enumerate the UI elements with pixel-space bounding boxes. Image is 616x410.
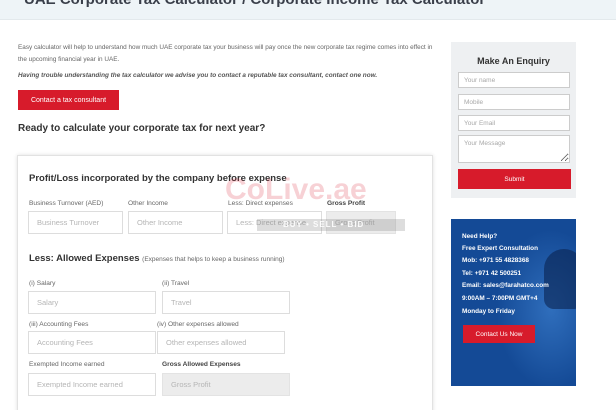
help-banner-person-image (544, 249, 576, 309)
gross-allowed-expenses-label: Gross Allowed Expenses (162, 361, 241, 368)
gross-allowed-expenses-output (162, 373, 290, 396)
enquiry-email-input[interactable] (458, 115, 570, 131)
help-hours-text: 9:00AM – 7:00PM GMT+4 (462, 295, 538, 302)
page-title: UAE Corporate Tax Calculator / Corporate… (24, 0, 485, 8)
salary-input[interactable] (28, 291, 156, 314)
help-mobile-text: Mob: +971 55 4828368 (462, 257, 529, 264)
business-turnover-input[interactable] (28, 211, 123, 234)
ready-heading: Ready to calculate your corporate tax fo… (18, 123, 266, 134)
allowed-expenses-heading: Less: Allowed Expenses (29, 253, 140, 264)
watermark-strip-text: BUY • SELL • BID (283, 220, 365, 229)
page-header: UAE Corporate Tax Calculator / Corporate… (0, 0, 616, 20)
colive-watermark: CoLive.ae BUY • SELL • BID (225, 173, 422, 237)
enquiry-title: Make An Enquiry (477, 56, 550, 66)
salary-label: (i) Salary (29, 280, 56, 287)
contact-consultant-button[interactable]: Contact a tax consultant (18, 90, 119, 110)
accounting-fees-input[interactable] (28, 331, 156, 354)
intro-text: Easy calculator will help to understand … (18, 44, 433, 63)
travel-label: (ii) Travel (162, 280, 190, 287)
exempted-income-label: Exempted Income earned (29, 361, 105, 368)
intro-advice-text: Having trouble understanding the tax cal… (18, 72, 378, 79)
help-email-text: Email: sales@farahatco.com (462, 282, 549, 289)
help-consultation-text: Free Expert Consultation (462, 245, 538, 252)
business-turnover-label: Business Turnover (AED) (29, 200, 104, 207)
travel-input[interactable] (162, 291, 290, 314)
help-tel-text: Tel: +971 42 500251 (462, 270, 522, 277)
other-expenses-label: (iv) Other expenses allowed (157, 321, 239, 328)
help-heading: Need Help? (462, 233, 498, 240)
enquiry-submit-button[interactable]: Submit (458, 169, 571, 189)
section-allowed-expenses-title: Less: Allowed Expenses (Expenses that he… (29, 253, 285, 264)
accounting-fees-label: (iii) Accounting Fees (29, 321, 89, 328)
other-income-label: Other Income (128, 200, 168, 207)
enquiry-name-input[interactable] (458, 72, 570, 88)
exempted-income-input[interactable] (28, 373, 156, 396)
enquiry-message-input[interactable] (458, 135, 570, 163)
watermark-strip: BUY • SELL • BID (257, 219, 405, 231)
contact-us-button[interactable]: Contact Us Now (463, 325, 535, 343)
enquiry-mobile-input[interactable] (458, 94, 570, 110)
watermark-logo: CoLive.ae (225, 173, 367, 206)
help-banner: Need Help? Free Expert Consultation Mob:… (451, 219, 576, 386)
other-expenses-input[interactable] (157, 331, 285, 354)
allowed-expenses-note: (Expenses that helps to keep a business … (142, 256, 285, 263)
other-income-input[interactable] (128, 211, 223, 234)
help-days-text: Monday to Friday (462, 308, 515, 315)
